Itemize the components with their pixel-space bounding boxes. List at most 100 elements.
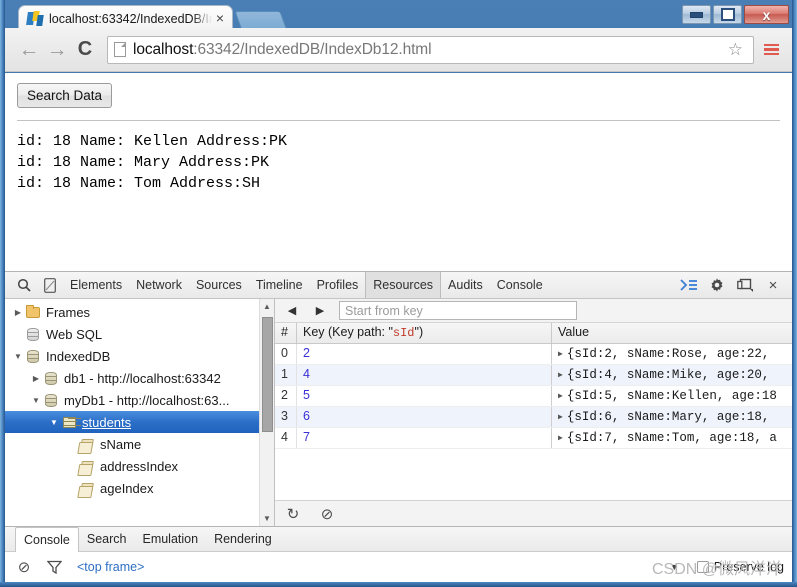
tree-item-db1[interactable]: ▶ db1 - http://localhost:63342 [5, 367, 274, 389]
drawer-tab-console[interactable]: Console [15, 526, 79, 553]
close-button[interactable]: x [744, 5, 789, 24]
scroll-down-icon[interactable]: ▼ [260, 511, 274, 526]
table-row[interactable]: 4 7 ▶ {sId:7, sName:Tom, age:18, a [275, 428, 792, 449]
column-header-key[interactable]: Key (Key path: "sId") [297, 323, 552, 343]
forward-icon[interactable]: → [43, 36, 71, 64]
row-value: ▶ {sId:5, sName:Kellen, age:18 [552, 386, 792, 406]
tree-item-frames[interactable]: ▶ Frames [5, 301, 274, 323]
start-from-key-input[interactable] [339, 301, 577, 320]
row-index: 0 [275, 344, 297, 364]
drawer-tab-bar: Console Search Emulation Rendering [5, 526, 792, 553]
chrome-menu-icon[interactable] [760, 39, 782, 61]
chevron-down-icon[interactable]: ▼ [47, 418, 61, 427]
search-data-button[interactable]: Search Data [17, 83, 113, 108]
tree-item-ageindex[interactable]: ageIndex [5, 477, 274, 499]
console-toolbar: ⊘ <top frame> ▼ Preserve log CSDN @微风洋洋 [5, 552, 792, 582]
refresh-icon[interactable]: ↻ [283, 504, 303, 524]
devtools-tab-sources[interactable]: Sources [189, 273, 249, 297]
next-page-icon[interactable]: ▶ [307, 301, 333, 321]
tree-scrollbar[interactable]: ▲ ▼ [259, 299, 274, 526]
row-value-text: {sId:5, sName:Kellen, age:18 [566, 389, 777, 403]
tree-item-web-sql[interactable]: Web SQL [5, 323, 274, 345]
chevron-right-icon[interactable]: ▶ [11, 308, 25, 317]
inspect-element-icon[interactable] [11, 273, 37, 297]
tree-item-students[interactable]: ▼ students [5, 411, 274, 433]
devtools-tab-timeline[interactable]: Timeline [249, 273, 310, 297]
row-value: ▶ {sId:6, sName:Mary, age:18, [552, 407, 792, 427]
dock-position-icon[interactable] [732, 273, 758, 297]
page-document-icon [114, 42, 126, 57]
data-navigation-bar: ◀ ▶ [275, 299, 792, 323]
database-icon [43, 371, 60, 386]
browser-window: localhost:63342/IndexedDB/IndexDb12.html… [0, 0, 797, 587]
expand-triangle-icon[interactable]: ▶ [558, 433, 563, 443]
maximize-button[interactable] [713, 5, 742, 24]
table-row[interactable]: 0 2 ▶ {sId:2, sName:Rose, age:22, [275, 344, 792, 365]
devtools-tab-elements[interactable]: Elements [63, 273, 129, 297]
index-icon [79, 481, 96, 496]
watermark: CSDN @微风洋洋 [651, 561, 782, 578]
tab-strip: localhost:63342/IndexedDB/IndexDb12.html… [0, 0, 797, 31]
clear-object-store-icon[interactable]: ⊘ [317, 504, 337, 524]
scroll-up-icon[interactable]: ▲ [260, 299, 274, 314]
expand-triangle-icon[interactable]: ▶ [558, 349, 563, 359]
device-toolbar-icon[interactable] [37, 273, 63, 297]
result-line: id: 18 Name: Tom Address:SH [17, 175, 261, 192]
devtools-body: ▶ Frames Web SQL ▼ IndexedDB ▶ db1 - htt… [5, 299, 792, 526]
row-value-text: {sId:7, sName:Tom, age:18, a [566, 431, 777, 445]
tree-item-label: db1 - http://localhost:63342 [64, 370, 221, 386]
scrollbar-thumb[interactable] [262, 317, 273, 432]
chevron-right-icon[interactable]: ▶ [29, 374, 43, 383]
expand-triangle-icon[interactable]: ▶ [558, 370, 563, 380]
drawer-tab-emulation[interactable]: Emulation [134, 527, 206, 551]
table-row[interactable]: 3 6 ▶ {sId:6, sName:Mary, age:18, [275, 407, 792, 428]
index-icon [79, 459, 96, 474]
address-bar[interactable]: localhost:63342/IndexedDB/IndexDb12.html… [107, 35, 754, 64]
drawer-tab-rendering[interactable]: Rendering [206, 527, 280, 551]
devtools-tab-network[interactable]: Network [129, 273, 189, 297]
column-header-value[interactable]: Value [552, 323, 792, 343]
devtools-tab-console[interactable]: Console [490, 273, 550, 297]
browser-toolbar: ← → C localhost:63342/IndexedDB/IndexDb1… [5, 28, 792, 72]
column-header-index[interactable]: # [275, 323, 297, 343]
table-row[interactable]: 2 5 ▶ {sId:5, sName:Kellen, age:18 [275, 386, 792, 407]
key-path-value: sId [392, 326, 415, 340]
tree-item-label: sName [100, 436, 142, 452]
clear-console-icon[interactable]: ⊘ [13, 556, 35, 578]
previous-page-icon[interactable]: ◀ [279, 301, 305, 321]
url-host: localhost [133, 40, 194, 58]
chevron-down-icon[interactable]: ▼ [11, 352, 25, 361]
index-icon [79, 437, 96, 452]
minimize-button[interactable] [682, 5, 711, 24]
devtools-tab-audits[interactable]: Audits [441, 273, 490, 297]
tree-item-indexeddb[interactable]: ▼ IndexedDB [5, 345, 274, 367]
tab-favicon-icon [26, 11, 44, 26]
expand-triangle-icon[interactable]: ▶ [558, 391, 563, 401]
content-divider [17, 120, 780, 121]
resources-tree-pane: ▶ Frames Web SQL ▼ IndexedDB ▶ db1 - htt… [5, 299, 275, 526]
filter-icon[interactable] [43, 556, 65, 578]
drawer-tab-search[interactable]: Search [79, 527, 135, 551]
back-icon[interactable]: ← [15, 36, 43, 64]
execution-context-selector[interactable]: <top frame> [77, 560, 144, 574]
tab-close-icon[interactable]: × [212, 10, 228, 27]
toggle-console-drawer-icon[interactable] [676, 273, 702, 297]
gear-icon[interactable] [704, 273, 730, 297]
table-row[interactable]: 1 4 ▶ {sId:4, sName:Mike, age:20, [275, 365, 792, 386]
tree-item-sname[interactable]: sName [5, 433, 274, 455]
devtools-tab-profiles[interactable]: Profiles [310, 273, 366, 297]
tree-item-label: Web SQL [46, 326, 103, 342]
database-icon [43, 393, 60, 408]
expand-triangle-icon[interactable]: ▶ [558, 412, 563, 422]
row-value-text: {sId:6, sName:Mary, age:18, [566, 410, 770, 424]
window-border-right [792, 0, 797, 587]
row-index: 2 [275, 386, 297, 406]
bookmark-star-icon[interactable]: ☆ [724, 40, 747, 60]
tree-item-mydb1[interactable]: ▼ myDb1 - http://localhost:63... [5, 389, 274, 411]
close-devtools-icon[interactable]: × [760, 273, 786, 297]
row-value-text: {sId:2, sName:Rose, age:22, [566, 347, 770, 361]
chevron-down-icon[interactable]: ▼ [29, 396, 43, 405]
devtools-tab-resources[interactable]: Resources [365, 272, 442, 298]
reload-icon[interactable]: C [71, 36, 99, 64]
tree-item-addressindex[interactable]: addressIndex [5, 455, 274, 477]
